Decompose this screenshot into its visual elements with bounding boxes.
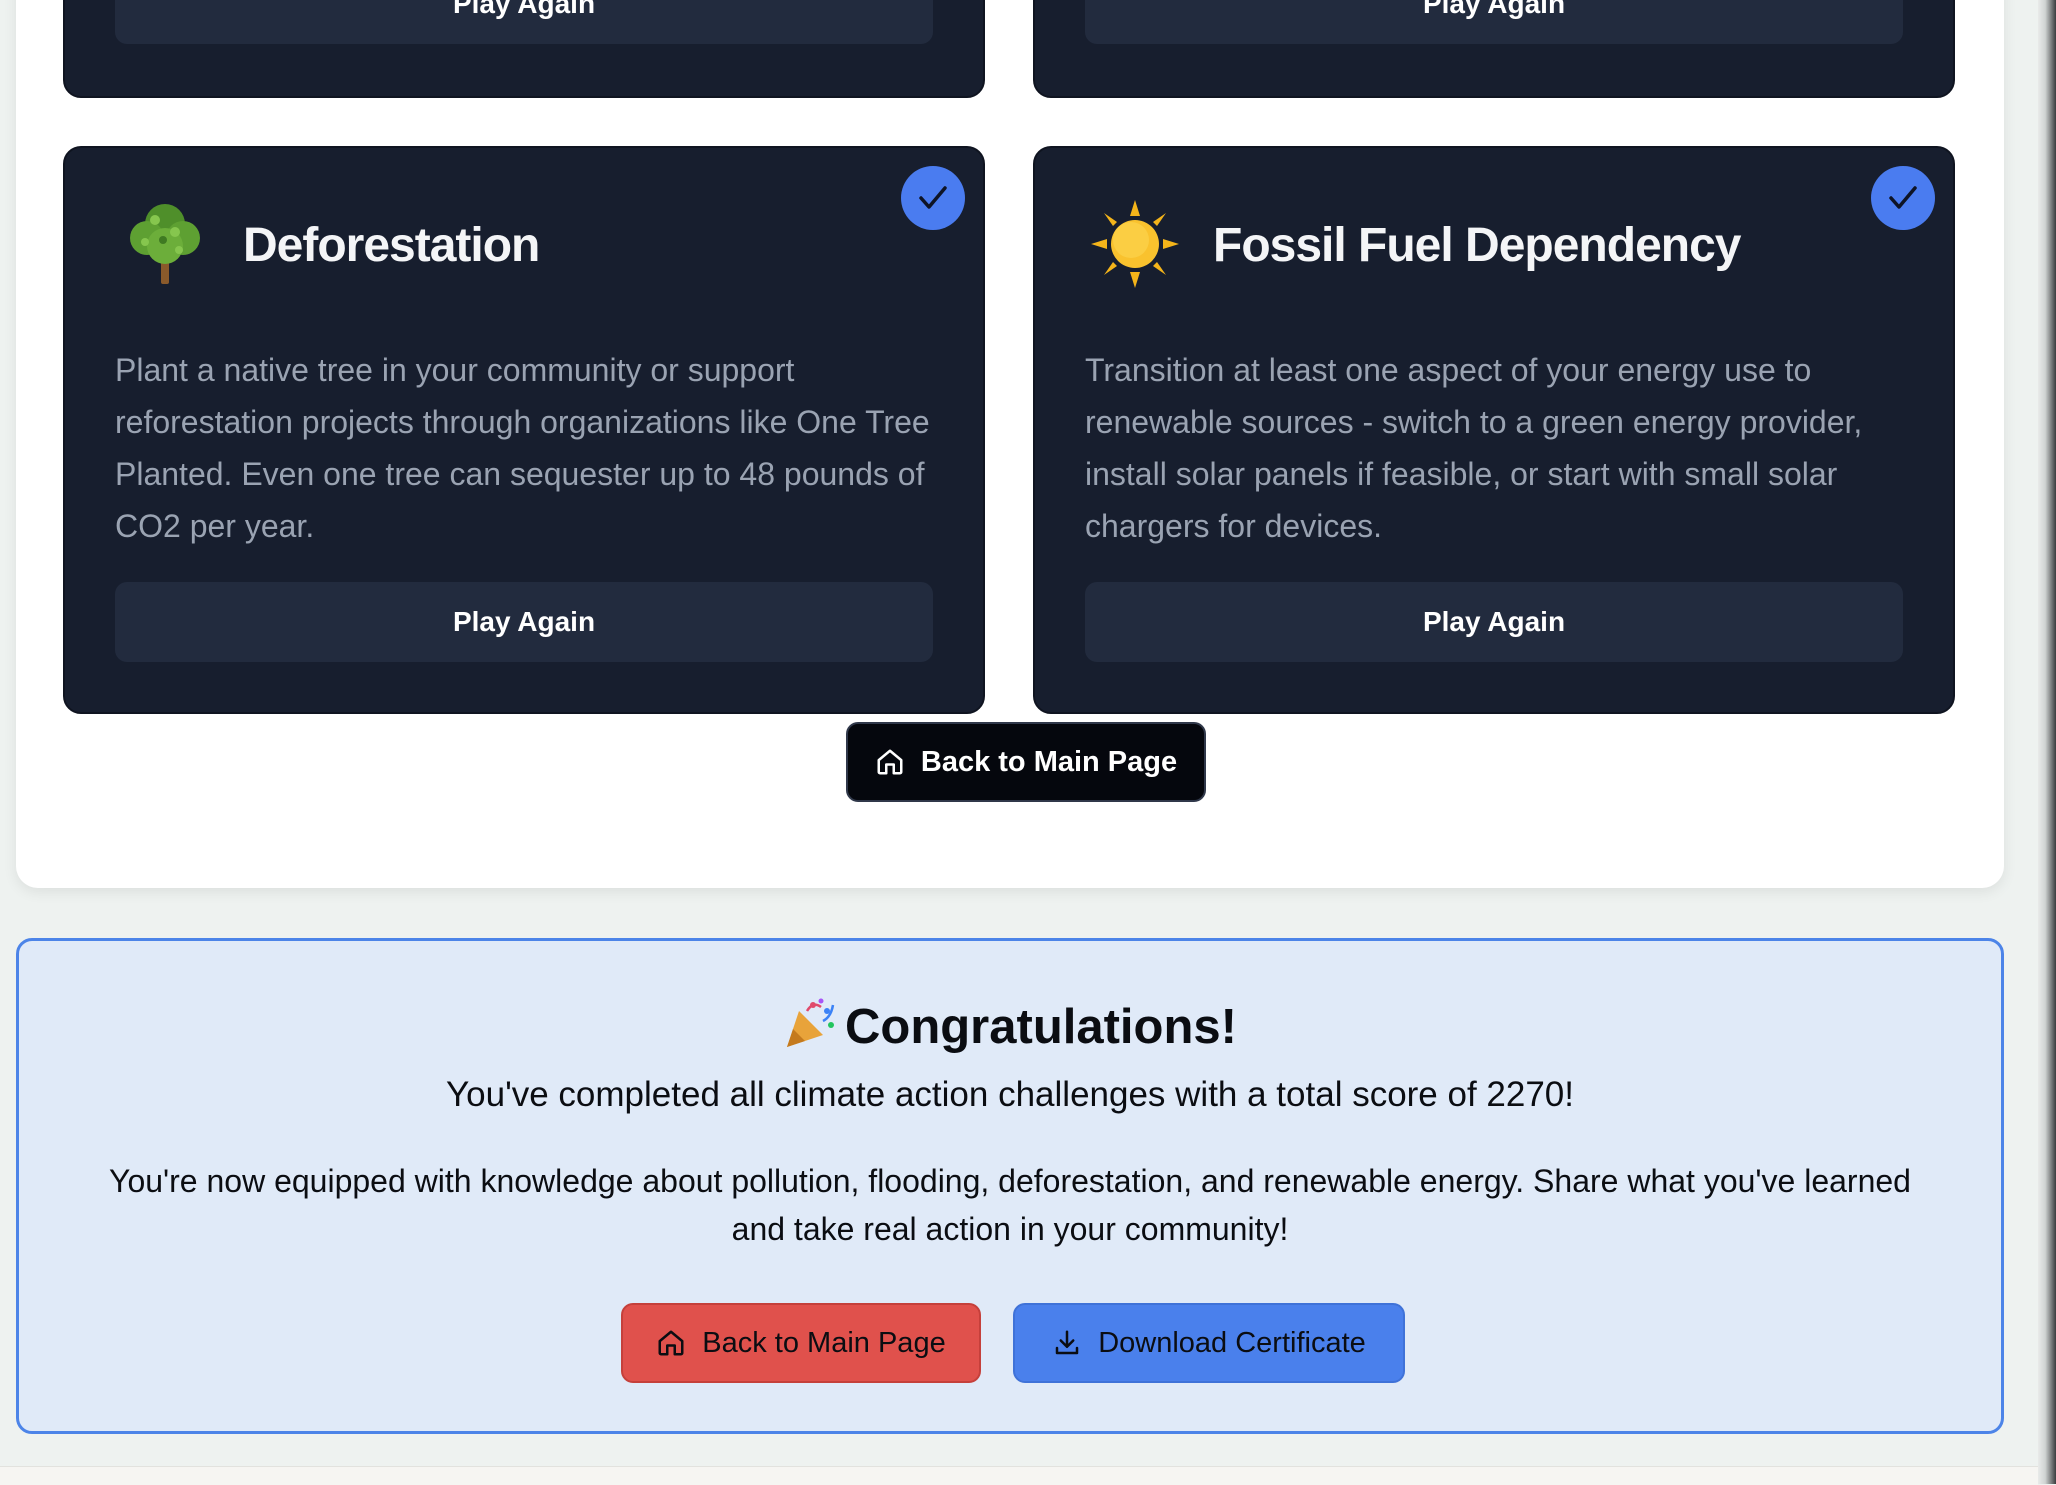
- play-again-button[interactable]: Play Again: [1085, 582, 1903, 662]
- window-bottom-edge: [0, 1466, 2038, 1485]
- back-to-main-button[interactable]: Back to Main Page: [846, 722, 1206, 802]
- party-popper-icon: [783, 997, 837, 1051]
- completed-check-icon: [901, 166, 965, 230]
- back-to-main-label: Back to Main Page: [920, 745, 1178, 778]
- card-title: Deforestation: [243, 219, 540, 272]
- download-certificate-label: Download Certificate: [1098, 1326, 1366, 1359]
- congrats-heading-text: Congratulations!: [845, 1000, 1237, 1054]
- congrats-heading: Congratulations!: [19, 997, 2001, 1055]
- score-summary: You've completed all climate action chal…: [446, 1075, 1574, 1114]
- challenges-panel: Play Again Play Again Deforestation Plan…: [16, 0, 2004, 888]
- back-to-main-button-congrats[interactable]: Back to Main Page: [621, 1303, 981, 1383]
- challenge-card-deforestation: Deforestation Plant a native tree in you…: [63, 146, 985, 714]
- home-icon: [877, 749, 903, 775]
- play-again-button[interactable]: Play Again: [115, 582, 933, 662]
- challenge-card-top-right: Play Again: [1033, 0, 1955, 98]
- back-to-main-label: Back to Main Page: [702, 1326, 946, 1359]
- play-again-button[interactable]: Play Again: [1085, 0, 1903, 44]
- tree-icon: [117, 196, 213, 292]
- congratulations-box: Congratulations! You've completed all cl…: [16, 938, 2004, 1434]
- sun-icon: [1087, 196, 1183, 292]
- download-icon: [1055, 1330, 1079, 1355]
- desktop-edge: [2038, 0, 2056, 1484]
- challenge-card-fossil-fuel: Fossil Fuel Dependency Transition at lea…: [1033, 146, 1955, 714]
- challenge-card-top-left: Play Again: [63, 0, 985, 98]
- card-title: Fossil Fuel Dependency: [1213, 219, 1741, 272]
- completed-check-icon: [1871, 166, 1935, 230]
- card-description: Plant a native tree in your community or…: [115, 352, 930, 544]
- congrats-message: You're now equipped with knowledge about…: [109, 1163, 1911, 1247]
- download-certificate-button[interactable]: Download Certificate: [1013, 1303, 1405, 1383]
- card-description: Transition at least one aspect of your e…: [1085, 352, 1863, 544]
- home-icon: [658, 1330, 684, 1356]
- play-again-button[interactable]: Play Again: [115, 0, 933, 44]
